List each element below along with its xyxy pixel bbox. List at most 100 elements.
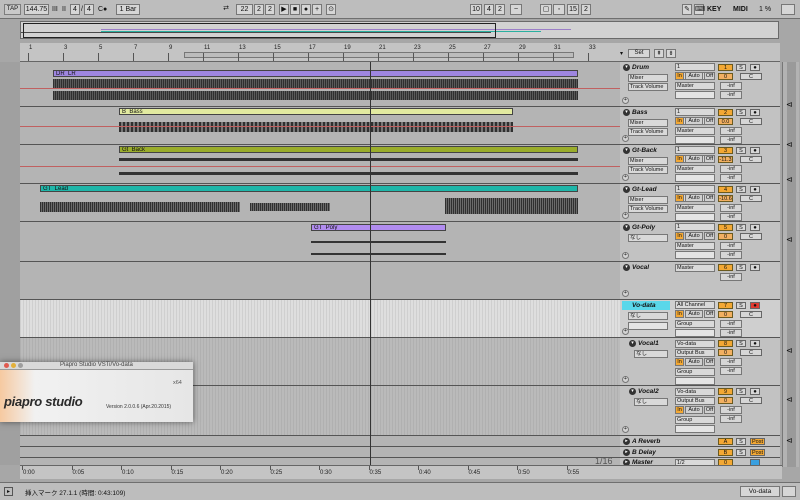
info-view-icon[interactable]: ▸ — [4, 487, 13, 496]
loop-start-bars[interactable]: 10 — [470, 4, 482, 15]
session-record-icon[interactable]: ⊙ — [326, 4, 336, 15]
track-header[interactable]: ▾ Vocal2 なし Vo-data Output Bus In Auto Off Group… — [620, 386, 780, 436]
automation-device-select[interactable]: Mixer — [628, 196, 668, 204]
automation-param-select[interactable]: Track Volume — [628, 166, 668, 174]
input-type-select[interactable]: なし — [634, 350, 668, 358]
input-type-select[interactable]: なし — [628, 234, 668, 242]
track-lane-vocal[interactable] — [20, 262, 620, 300]
solo-button[interactable]: S — [736, 64, 746, 71]
clip-bass[interactable]: B_Bass — [119, 108, 513, 115]
monitor-auto-button[interactable]: Auto — [685, 358, 703, 366]
solo-button[interactable]: S — [736, 302, 746, 309]
add-lane-icon[interactable]: + — [622, 376, 629, 383]
return-track-a[interactable]: ▸ A Reverb A S Post — [620, 436, 780, 447]
monitor-auto-button[interactable]: Auto — [685, 117, 703, 125]
monitor-in-button[interactable]: In — [675, 406, 684, 414]
track-header[interactable]: ▾Gt-BackMixer1MixerTrack VolumeInAutoOff… — [620, 145, 780, 184]
output-select[interactable]: Master — [675, 204, 715, 212]
return-track-b[interactable]: ▸ B Delay B S Post — [620, 447, 780, 458]
solo-button[interactable]: S — [736, 264, 746, 271]
monitor-auto-button[interactable]: Auto — [685, 232, 703, 240]
solo-button[interactable]: S — [736, 109, 746, 116]
track-title[interactable]: Gt-Lead — [622, 185, 670, 194]
track-activator[interactable]: 7 — [718, 302, 733, 309]
track-header[interactable]: ▾Vo-dataなしAll ChannelInAutoOffGroup7S●0C… — [620, 300, 780, 338]
return-a-solo[interactable]: S — [736, 438, 746, 445]
stop-icon[interactable]: ■ — [290, 4, 300, 15]
record-icon[interactable]: ● — [301, 4, 311, 15]
clip-drum[interactable]: DR_LR — [53, 70, 578, 77]
arrow-down-icon[interactable]: ⇟ — [666, 49, 676, 58]
collapse-icon[interactable]: ⊲ — [786, 235, 793, 244]
add-lane-icon[interactable]: + — [622, 328, 629, 335]
punch-in-icon[interactable]: ▢ — [540, 4, 552, 15]
monitor-in-button[interactable]: In — [675, 117, 684, 125]
return-b-post[interactable]: Post — [750, 449, 765, 456]
input-type-select[interactable]: なし — [634, 398, 668, 406]
collapse-icon[interactable]: ⊲ — [786, 436, 793, 445]
return-b-title[interactable]: B Delay — [622, 448, 670, 457]
volume-field[interactable]: -11.3 — [718, 156, 733, 163]
add-lane-icon[interactable]: + — [622, 212, 629, 219]
automation-param-select[interactable]: Track Volume — [628, 83, 668, 91]
output-select[interactable]: Master — [675, 264, 715, 272]
input-type-select[interactable]: なし — [628, 312, 668, 320]
input-channel-select[interactable]: 1 — [675, 146, 715, 154]
track-title[interactable]: Vocal2 — [628, 387, 676, 396]
arm-button[interactable]: ● — [750, 109, 760, 116]
track-lane-vodata[interactable] — [20, 300, 620, 338]
input-channel-select[interactable]: Output Bus — [675, 397, 715, 405]
track-lane-reverb[interactable] — [20, 436, 620, 447]
monitor-off-button[interactable]: Off — [704, 117, 715, 125]
automation-device-select[interactable]: Mixer — [628, 157, 668, 165]
input-channel-select[interactable] — [628, 322, 668, 330]
pan-field[interactable]: C — [740, 349, 762, 356]
return-a-activator[interactable]: A — [718, 438, 733, 445]
input-channel-select[interactable]: 1 — [675, 223, 715, 231]
piapro-splash-window[interactable]: Piapro Studio VSTi/Vo-data piapro studio… — [0, 362, 193, 422]
return-a-title[interactable]: A Reverb — [622, 437, 670, 446]
output-channel-select[interactable] — [675, 425, 715, 433]
arm-button[interactable]: ● — [750, 186, 760, 193]
beat-time-ruler[interactable]: 1 3 5 7 9 11 13 15 17 19 21 23 25 27 29 31 33 — [20, 43, 620, 62]
tempo-field[interactable]: 144.75 — [24, 4, 49, 15]
track-header[interactable]: ▾ Gt-Poly なし 1 In Auto Off Master 5 S ● 0 C -inf -inf + — [620, 222, 780, 262]
draw-mode-icon[interactable]: ✎ — [682, 4, 692, 15]
monitor-in-button[interactable]: In — [675, 155, 684, 163]
output-select[interactable]: Master — [675, 165, 715, 173]
monitor-in-button[interactable]: In — [675, 194, 684, 202]
add-lane-icon[interactable]: + — [622, 135, 629, 142]
volume-field[interactable]: 0 — [718, 233, 733, 240]
time-sig-denominator[interactable]: 4 — [84, 4, 94, 15]
volume-field[interactable]: 0.0 — [718, 118, 733, 125]
monitor-in-button[interactable]: In — [675, 358, 684, 366]
arm-button[interactable]: ● — [750, 340, 760, 347]
output-select[interactable]: Master — [675, 82, 715, 90]
monitor-auto-button[interactable]: Auto — [685, 155, 703, 163]
track-title[interactable]: Gt-Back — [622, 146, 670, 155]
volume-field[interactable]: 0 — [718, 73, 733, 80]
track-title[interactable]: Gt-Poly — [622, 223, 670, 232]
loop-brace[interactable] — [184, 52, 574, 58]
track-title[interactable]: Vocal1 — [628, 339, 676, 348]
automation-param-select[interactable]: Track Volume — [628, 128, 668, 136]
track-header[interactable]: ▾DrumMixer1MixerTrack VolumeInAutoOffMas… — [620, 62, 780, 107]
output-channel-select[interactable] — [675, 377, 715, 385]
monitor-off-button[interactable]: Off — [704, 155, 715, 163]
arrangement-position-bars[interactable]: 22 — [236, 4, 253, 15]
overview-viewport[interactable] — [23, 23, 496, 38]
input-channel-select[interactable]: 1 — [675, 185, 715, 193]
nudge-down-button[interactable]: III — [52, 4, 58, 15]
quantize-select[interactable]: 1 Bar — [116, 4, 140, 15]
track-header[interactable]: ▾Gt-LeadMixer1MixerTrack VolumeInAutoOff… — [620, 184, 780, 222]
monitor-auto-button[interactable]: Auto — [685, 406, 703, 414]
pan-field[interactable]: C — [740, 73, 762, 80]
monitor-auto-button[interactable]: Auto — [685, 310, 703, 318]
add-lane-icon[interactable]: + — [622, 252, 629, 259]
time-sig-numerator[interactable]: 4 — [70, 4, 80, 15]
collapse-icon[interactable]: ⊲ — [786, 346, 793, 355]
return-a-post[interactable]: Post — [750, 438, 765, 445]
input-channel-select[interactable]: 1 — [675, 63, 715, 71]
add-lane-icon[interactable]: + — [622, 174, 629, 181]
pan-field[interactable]: C — [740, 118, 762, 125]
